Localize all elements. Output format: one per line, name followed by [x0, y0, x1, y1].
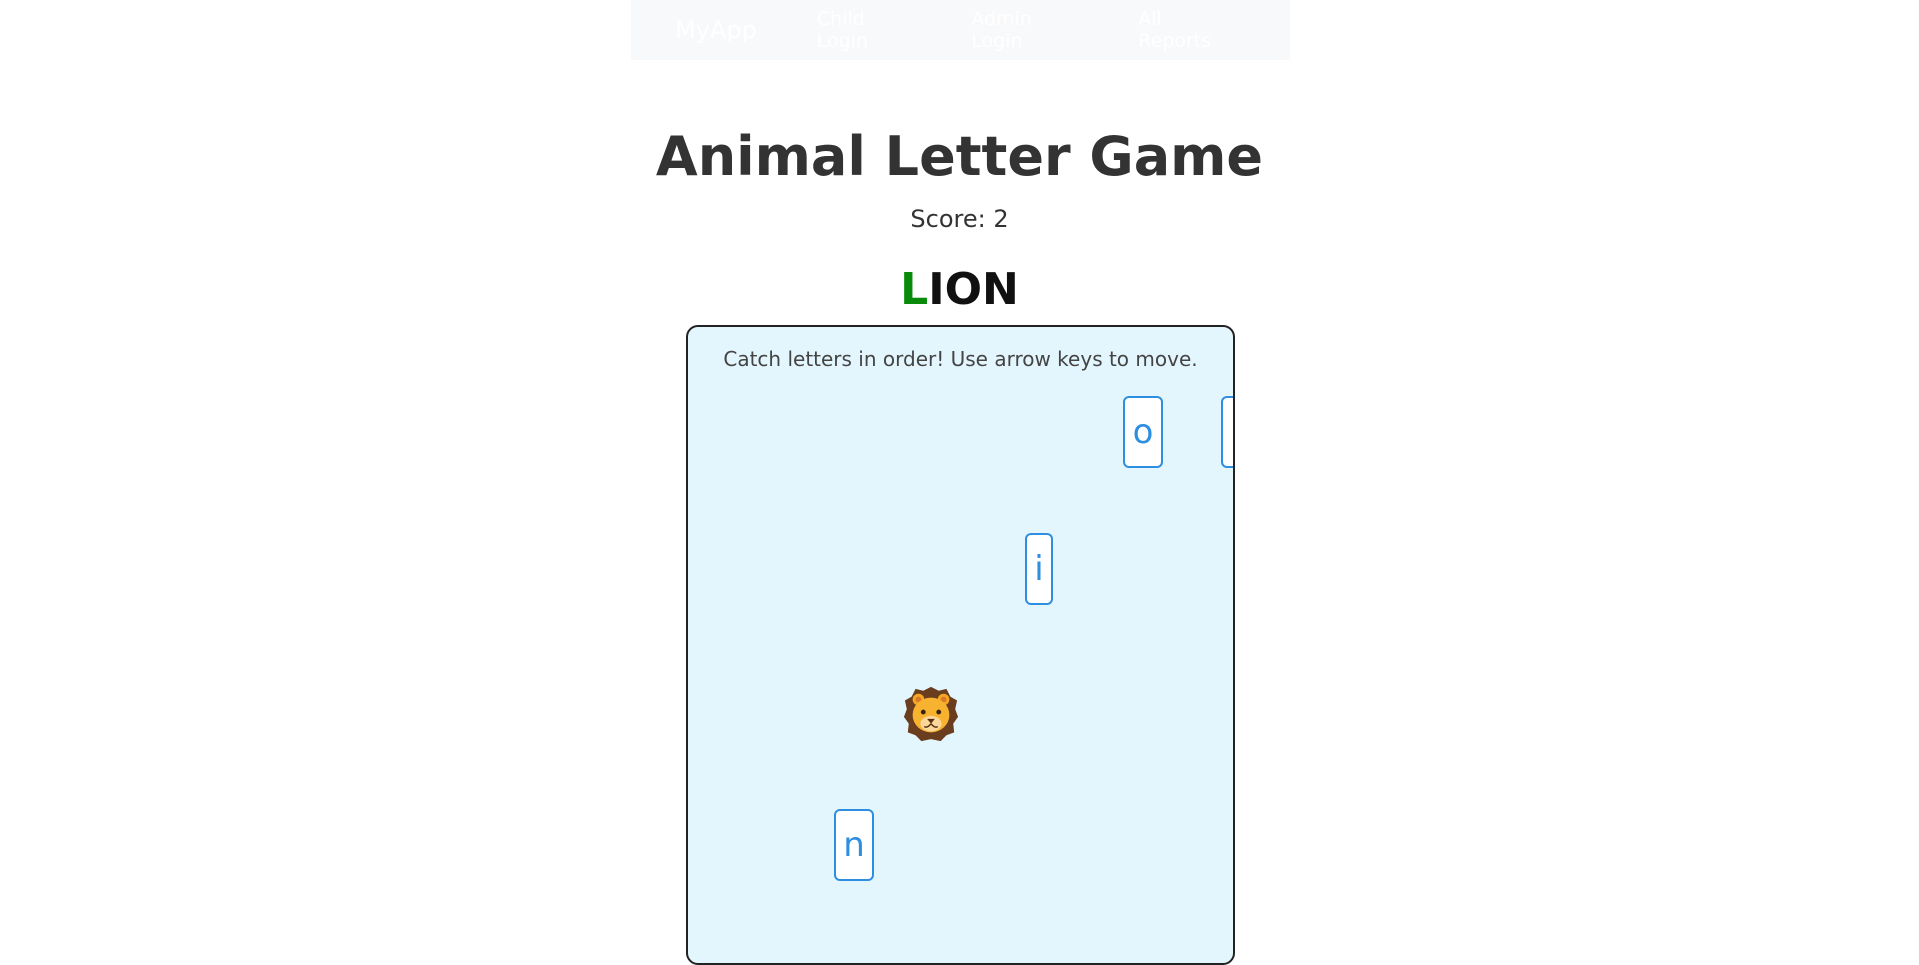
falling-letter-n[interactable]: n — [834, 809, 874, 881]
score-display: Score: 2 — [910, 205, 1009, 233]
nav-link-admin-login[interactable]: Admin Login — [971, 8, 1088, 52]
navbar: MyApp Child Login Admin Login All Report… — [631, 0, 1290, 60]
game-play-area[interactable]: Catch letters in order! Use arrow keys t… — [686, 325, 1235, 965]
falling-letter-i[interactable]: i — [1025, 533, 1053, 605]
nav-link-all-reports[interactable]: All Reports — [1138, 8, 1240, 52]
remaining-letters: ION — [928, 264, 1019, 315]
lion-face-icon[interactable] — [902, 685, 960, 743]
lion-eye-left — [920, 709, 926, 715]
caught-letters: L — [900, 264, 929, 315]
nav-link-child-login[interactable]: Child Login — [817, 8, 921, 52]
page-title: Animal Letter Game — [655, 125, 1264, 188]
target-word: LION — [0, 264, 1919, 315]
lion-eye-right — [936, 709, 942, 715]
falling-letter-o[interactable]: o — [1123, 396, 1163, 468]
brand-logo[interactable]: MyApp — [675, 16, 757, 44]
game-instructions: Catch letters in order! Use arrow keys t… — [723, 347, 1198, 371]
falling-letter-n-edge[interactable]: n — [1221, 396, 1233, 468]
